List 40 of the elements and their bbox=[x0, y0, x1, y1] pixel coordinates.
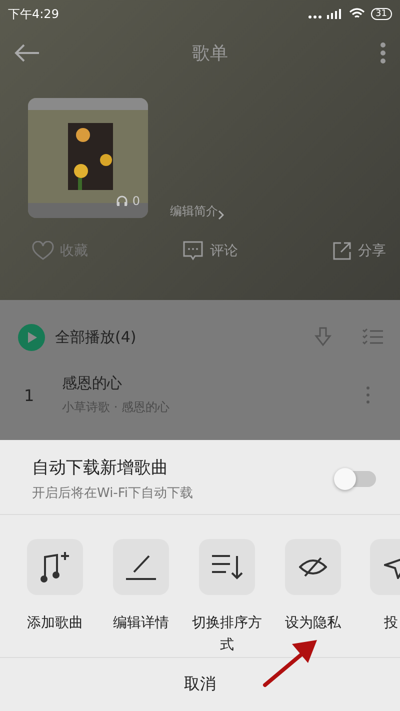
action-label[interactable]: 评论 bbox=[210, 242, 238, 260]
option-label[interactable]: 设为隐私 bbox=[272, 612, 354, 634]
music-add-icon bbox=[40, 551, 70, 583]
comment-icon[interactable] bbox=[182, 240, 204, 262]
chevron-right-icon bbox=[218, 210, 224, 220]
edit-intro-link[interactable]: 编辑简介 bbox=[170, 203, 218, 220]
wifi-icon bbox=[348, 8, 365, 20]
action-label[interactable]: 分享 bbox=[358, 242, 386, 260]
download-icon[interactable] bbox=[314, 327, 332, 347]
sort-icon bbox=[211, 554, 243, 580]
option-tile[interactable] bbox=[285, 539, 341, 595]
headphones-icon bbox=[116, 195, 128, 207]
cancel-button[interactable]: 取消 bbox=[164, 668, 236, 701]
setting-title: 自动下载新增歌曲 bbox=[32, 457, 169, 479]
playlist-cover[interactable]: 0 bbox=[28, 98, 148, 218]
option-label[interactable]: 编辑详情 bbox=[100, 612, 182, 634]
more-icon[interactable] bbox=[380, 42, 386, 64]
option-tile[interactable] bbox=[113, 539, 169, 595]
battery-indicator: 31 bbox=[370, 8, 392, 20]
option-label[interactable]: 投 bbox=[356, 612, 398, 634]
option-label[interactable]: 切换排序方式 bbox=[186, 612, 268, 656]
play-count: 0 bbox=[132, 194, 140, 208]
option-tile[interactable] bbox=[27, 539, 83, 595]
header-title: 歌单 bbox=[192, 42, 228, 65]
setting-description: 开启后将在Wi-Fi下自动下载 bbox=[32, 485, 194, 502]
toggle-switch[interactable] bbox=[336, 471, 376, 487]
signal-icon bbox=[306, 8, 343, 20]
option-label[interactable]: 添加歌曲 bbox=[14, 612, 96, 634]
heart-icon[interactable] bbox=[32, 241, 54, 261]
song-index: 1 bbox=[24, 386, 36, 404]
option-tile[interactable] bbox=[199, 539, 255, 595]
more-icon[interactable] bbox=[366, 386, 370, 404]
eye-off-icon bbox=[299, 556, 327, 578]
pen-icon bbox=[125, 553, 157, 581]
back-icon[interactable] bbox=[14, 43, 40, 63]
multi-select-icon[interactable] bbox=[362, 328, 384, 346]
song-title[interactable]: 感恩的心 bbox=[62, 374, 366, 393]
share-icon[interactable] bbox=[332, 241, 352, 261]
play-all-label[interactable]: 全部播放(4) bbox=[55, 328, 304, 346]
status-time: 下午4:29 bbox=[8, 6, 59, 22]
